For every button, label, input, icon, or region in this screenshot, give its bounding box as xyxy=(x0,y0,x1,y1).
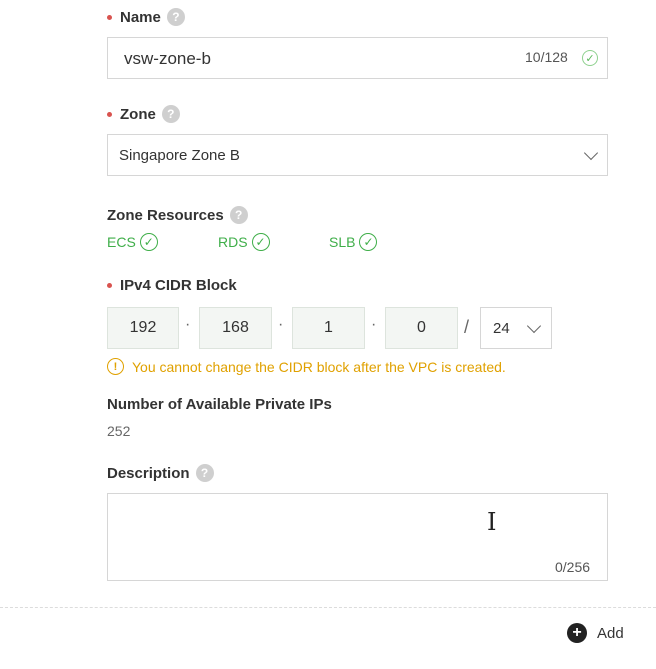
section-divider xyxy=(0,607,656,608)
cidr-label-row: IPv4 CIDR Block xyxy=(107,277,237,294)
name-input-value: vsw-zone-b xyxy=(124,49,211,68)
cidr-dot-separator: · xyxy=(185,316,191,333)
resource-ecs: ECS ✓ xyxy=(107,233,158,251)
zone-resources-help-icon[interactable]: ? xyxy=(229,206,248,224)
cidr-warning-text: You cannot change the CIDR block after t… xyxy=(132,358,506,375)
description-label: Description xyxy=(107,464,190,482)
resource-rds: RDS ✓ xyxy=(218,233,270,251)
zone-resources-label: Zone Resources xyxy=(107,206,224,224)
cidr-slash: / xyxy=(464,317,470,337)
zone-help-icon[interactable]: ? xyxy=(161,105,180,123)
available-ips-label: Number of Available Private IPs xyxy=(107,396,332,413)
name-char-counter: 10/128 xyxy=(525,49,568,65)
description-help-icon[interactable]: ? xyxy=(195,464,214,482)
add-button-label: Add xyxy=(597,624,624,642)
resource-slb-label: SLB xyxy=(329,234,356,250)
resource-slb: SLB ✓ xyxy=(329,233,378,251)
description-label-row: Description ? xyxy=(107,464,214,482)
description-char-counter: 0/256 xyxy=(555,559,591,575)
name-valid-check-icon: ✓ xyxy=(582,50,598,66)
add-button[interactable]: + Add xyxy=(567,623,624,643)
chevron-down-icon xyxy=(583,145,599,161)
zone-label-row: Zone ? xyxy=(107,105,180,123)
cidr-label: IPv4 CIDR Block xyxy=(120,277,237,294)
resource-ecs-label: ECS xyxy=(107,234,136,250)
check-circle-icon: ✓ xyxy=(139,233,158,251)
available-ips-value: 252 xyxy=(107,423,131,439)
cidr-octet-4[interactable]: 0 xyxy=(385,307,458,349)
chevron-down-icon xyxy=(526,318,542,334)
cidr-octet-2[interactable]: 168 xyxy=(199,307,272,349)
cidr-octet-1[interactable]: 192 xyxy=(107,307,179,349)
cidr-dot-separator: · xyxy=(371,316,377,333)
cidr-mask-value: 24 xyxy=(493,320,510,337)
check-circle-icon: ✓ xyxy=(359,233,378,251)
required-indicator xyxy=(107,14,112,20)
text-cursor-icon: I xyxy=(487,508,497,536)
check-circle-icon: ✓ xyxy=(251,233,270,251)
zone-select[interactable]: Singapore Zone B xyxy=(107,134,608,176)
resource-rds-label: RDS xyxy=(218,234,248,250)
required-indicator xyxy=(107,111,112,117)
name-input[interactable]: vsw-zone-b 10/128 ✓ xyxy=(107,37,608,79)
warning-icon: ! xyxy=(107,358,124,375)
cidr-warning: ! You cannot change the CIDR block after… xyxy=(107,358,506,375)
cidr-mask-select[interactable]: 24 xyxy=(480,307,552,349)
cidr-dot-separator: · xyxy=(278,316,284,333)
zone-resources-label-row: Zone Resources ? xyxy=(107,206,248,224)
cidr-octet-3[interactable]: 1 xyxy=(292,307,365,349)
name-label: Name xyxy=(120,8,161,26)
zone-select-value: Singapore Zone B xyxy=(119,147,240,164)
name-label-row: Name ? xyxy=(107,8,185,26)
required-indicator xyxy=(107,283,112,288)
zone-label: Zone xyxy=(120,105,156,123)
name-help-icon[interactable]: ? xyxy=(166,8,185,26)
description-textarea[interactable]: I 0/256 xyxy=(107,493,608,581)
plus-circle-icon: + xyxy=(567,623,587,643)
